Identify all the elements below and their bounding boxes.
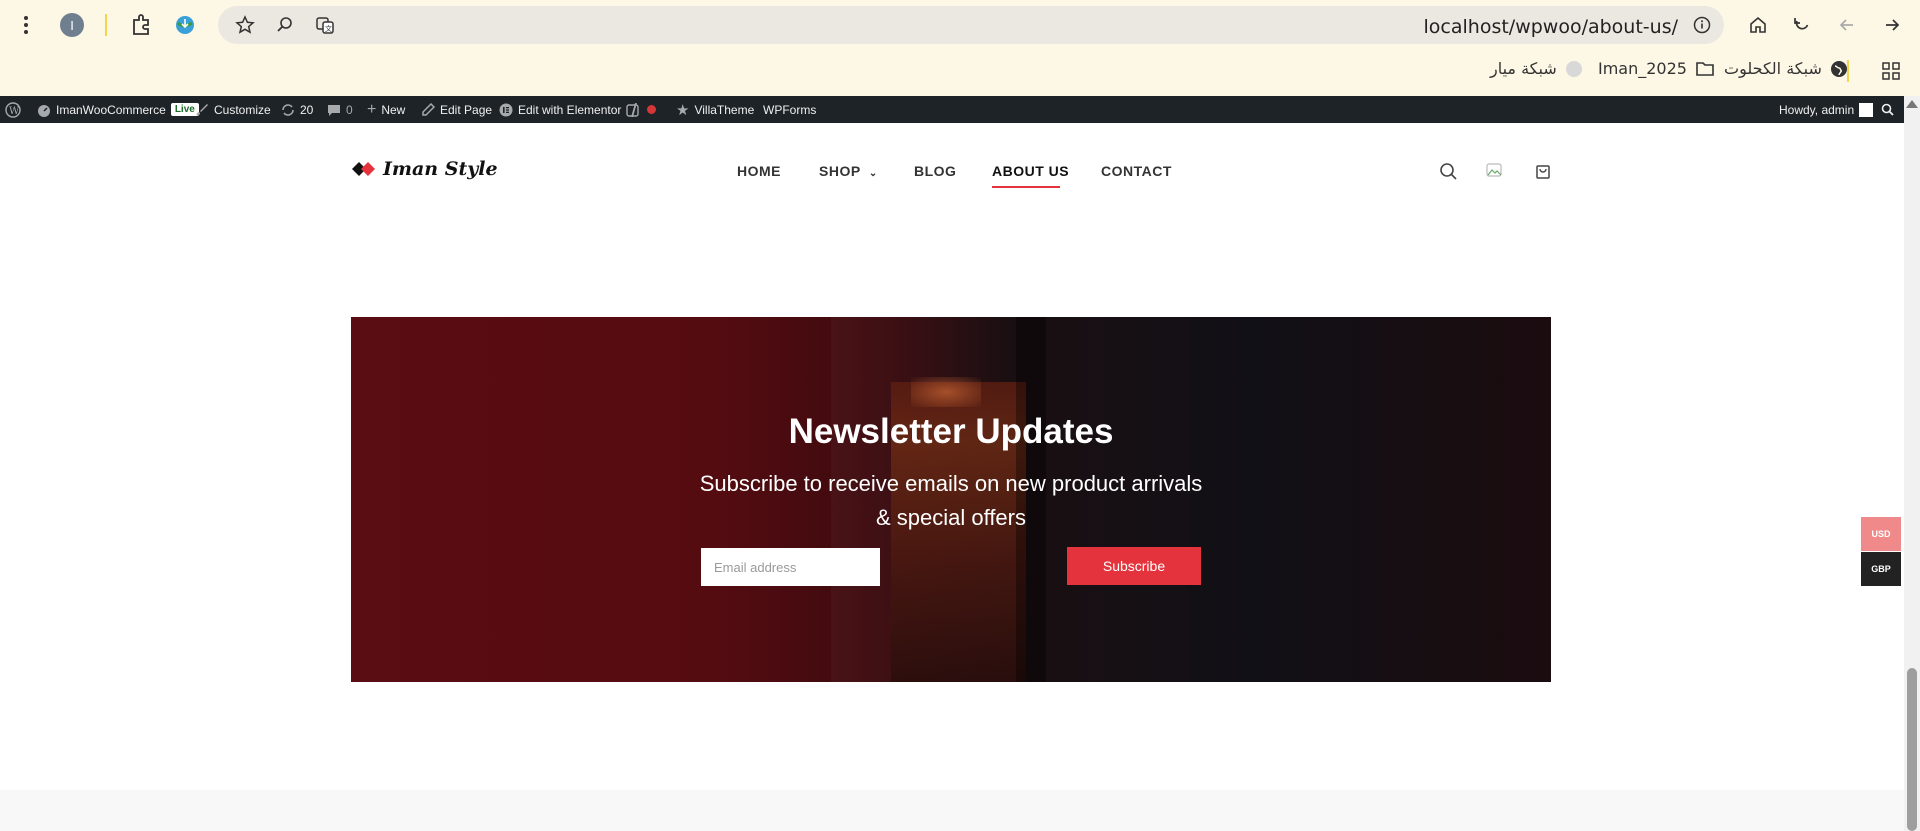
search-icon[interactable] bbox=[1438, 161, 1460, 183]
nav-contact[interactable]: CONTACT bbox=[1101, 163, 1172, 179]
logo-text: Iman Style bbox=[383, 158, 498, 180]
background-image bbox=[911, 377, 981, 407]
reload-icon[interactable] bbox=[1789, 12, 1815, 38]
site-info-icon[interactable] bbox=[1692, 15, 1712, 35]
updates-count: 20 bbox=[300, 102, 314, 117]
edit-elementor-label: Edit with Elementor bbox=[518, 102, 622, 117]
wp-villatheme[interactable]: ★ VillaTheme bbox=[676, 96, 754, 123]
svg-text:文: 文 bbox=[325, 24, 332, 33]
yoast-icon bbox=[626, 102, 639, 117]
browser-toolbar: I 文 localhost/wpwoo/about-us/ bbox=[0, 0, 1920, 50]
email-field[interactable]: Email address bbox=[701, 548, 880, 586]
bookmark-star-icon[interactable] bbox=[234, 14, 256, 36]
site-header: Iman Style HOME SHOP ⌄ BLOG ABOUT US CON… bbox=[0, 123, 1904, 223]
live-badge: Live bbox=[170, 103, 199, 116]
apps-grid-icon[interactable] bbox=[1878, 58, 1904, 84]
pencil-icon bbox=[422, 103, 435, 116]
address-bar[interactable]: 文 localhost/wpwoo/about-us/ bbox=[218, 6, 1724, 44]
extensions-icon[interactable] bbox=[128, 12, 154, 38]
bookmark-item[interactable]: Iman_2025 bbox=[1598, 59, 1715, 78]
wp-search[interactable] bbox=[1881, 96, 1894, 123]
profile-avatar[interactable]: I bbox=[60, 13, 84, 37]
wp-yoast[interactable] bbox=[626, 96, 656, 123]
scroll-up-arrow[interactable] bbox=[1906, 100, 1918, 108]
avatar bbox=[1859, 102, 1874, 117]
search-icon bbox=[1881, 103, 1894, 116]
brush-icon bbox=[196, 104, 208, 116]
wp-site-name[interactable]: ImanWooCommerce Live bbox=[37, 96, 199, 123]
star-icon: ★ bbox=[676, 101, 690, 119]
newsletter-subtitle: Subscribe to receive emails on new produ… bbox=[676, 467, 1226, 535]
villatheme-label: VillaTheme bbox=[694, 102, 755, 117]
wp-new[interactable]: + New bbox=[367, 96, 405, 123]
wpforms-label: WPForms bbox=[763, 102, 817, 117]
currency-usd-button[interactable]: USD bbox=[1861, 517, 1901, 551]
wp-edit-elementor[interactable]: Edit with Elementor bbox=[499, 96, 621, 123]
url-text[interactable]: localhost/wpwoo/about-us/ bbox=[1424, 16, 1679, 38]
plus-icon: + bbox=[367, 100, 377, 118]
customize-label: Customize bbox=[214, 102, 271, 117]
newsletter-subtitle-line1: Subscribe to receive emails on new produ… bbox=[699, 471, 1203, 496]
bookmark-label: شبكة ميار bbox=[1490, 59, 1557, 78]
footer-top bbox=[0, 790, 1904, 831]
download-manager-icon[interactable] bbox=[172, 12, 198, 38]
newsletter-title: Newsletter Updates bbox=[788, 412, 1114, 451]
scrollbar-thumb[interactable] bbox=[1907, 668, 1917, 831]
comments-count: 0 bbox=[346, 102, 353, 117]
updates-icon bbox=[282, 103, 294, 116]
wp-account[interactable]: Howdy, admin bbox=[1779, 96, 1874, 123]
globe-icon bbox=[1830, 60, 1847, 77]
chevron-down-icon: ⌄ bbox=[868, 168, 878, 179]
new-label: New bbox=[381, 102, 406, 117]
bookmark-label: Iman_2025 bbox=[1598, 59, 1687, 78]
wp-updates[interactable]: 20 bbox=[281, 96, 313, 123]
seo-status-dot bbox=[647, 105, 656, 114]
back-icon[interactable] bbox=[1834, 12, 1860, 38]
edit-page-label: Edit Page bbox=[440, 102, 493, 117]
newsletter-subtitle-line2: & special offers bbox=[875, 505, 1026, 530]
forward-icon[interactable] bbox=[1879, 12, 1905, 38]
nav-about-us[interactable]: ABOUT US bbox=[992, 163, 1069, 179]
elementor-icon bbox=[499, 103, 513, 116]
comment-icon bbox=[328, 104, 340, 116]
site-name-label: ImanWooCommerce bbox=[56, 102, 166, 117]
site-logo[interactable]: Iman Style bbox=[351, 158, 498, 180]
moon-icon bbox=[1565, 60, 1582, 77]
dashboard-icon bbox=[38, 104, 50, 117]
translate-icon[interactable]: 文 bbox=[314, 14, 336, 36]
svg-text:W: W bbox=[9, 106, 20, 117]
wp-admin-bar: W ImanWooCommerce Live Customize 20 0 + … bbox=[0, 96, 1904, 123]
wp-logo[interactable]: W bbox=[5, 96, 21, 123]
home-icon[interactable] bbox=[1745, 12, 1771, 38]
wp-customize[interactable]: Customize bbox=[196, 96, 271, 123]
account-icon[interactable] bbox=[1485, 161, 1507, 183]
wp-comments[interactable]: 0 bbox=[327, 96, 353, 123]
bookmark-item[interactable]: شبكة الكحلوت bbox=[1724, 59, 1848, 78]
howdy-label: Howdy, admin bbox=[1779, 102, 1855, 117]
bookmark-label: شبكة الكحلوت bbox=[1724, 59, 1822, 78]
wordpress-icon: W bbox=[5, 101, 21, 118]
zoom-icon[interactable] bbox=[274, 14, 296, 36]
subscribe-button[interactable]: Subscribe bbox=[1067, 547, 1201, 585]
active-nav-indicator bbox=[992, 186, 1060, 188]
wp-edit-page[interactable]: Edit Page bbox=[422, 96, 492, 123]
cart-icon[interactable] bbox=[1533, 161, 1555, 183]
nav-shop[interactable]: SHOP ⌄ bbox=[819, 163, 878, 179]
nav-home[interactable]: HOME bbox=[737, 163, 781, 179]
menu-icon[interactable] bbox=[16, 12, 36, 38]
bookmark-item[interactable]: شبكة ميار bbox=[1490, 59, 1583, 78]
nav-shop-label: SHOP bbox=[819, 163, 861, 179]
newsletter-section: Newsletter Updates Subscribe to receive … bbox=[351, 317, 1551, 682]
wp-wpforms[interactable]: WPForms bbox=[763, 96, 816, 123]
toolbar-divider bbox=[105, 14, 107, 36]
currency-gbp-button[interactable]: GBP bbox=[1861, 552, 1901, 586]
folder-icon bbox=[1696, 61, 1714, 76]
nav-blog[interactable]: BLOG bbox=[914, 163, 956, 179]
diamond-logo-icon bbox=[352, 162, 375, 176]
